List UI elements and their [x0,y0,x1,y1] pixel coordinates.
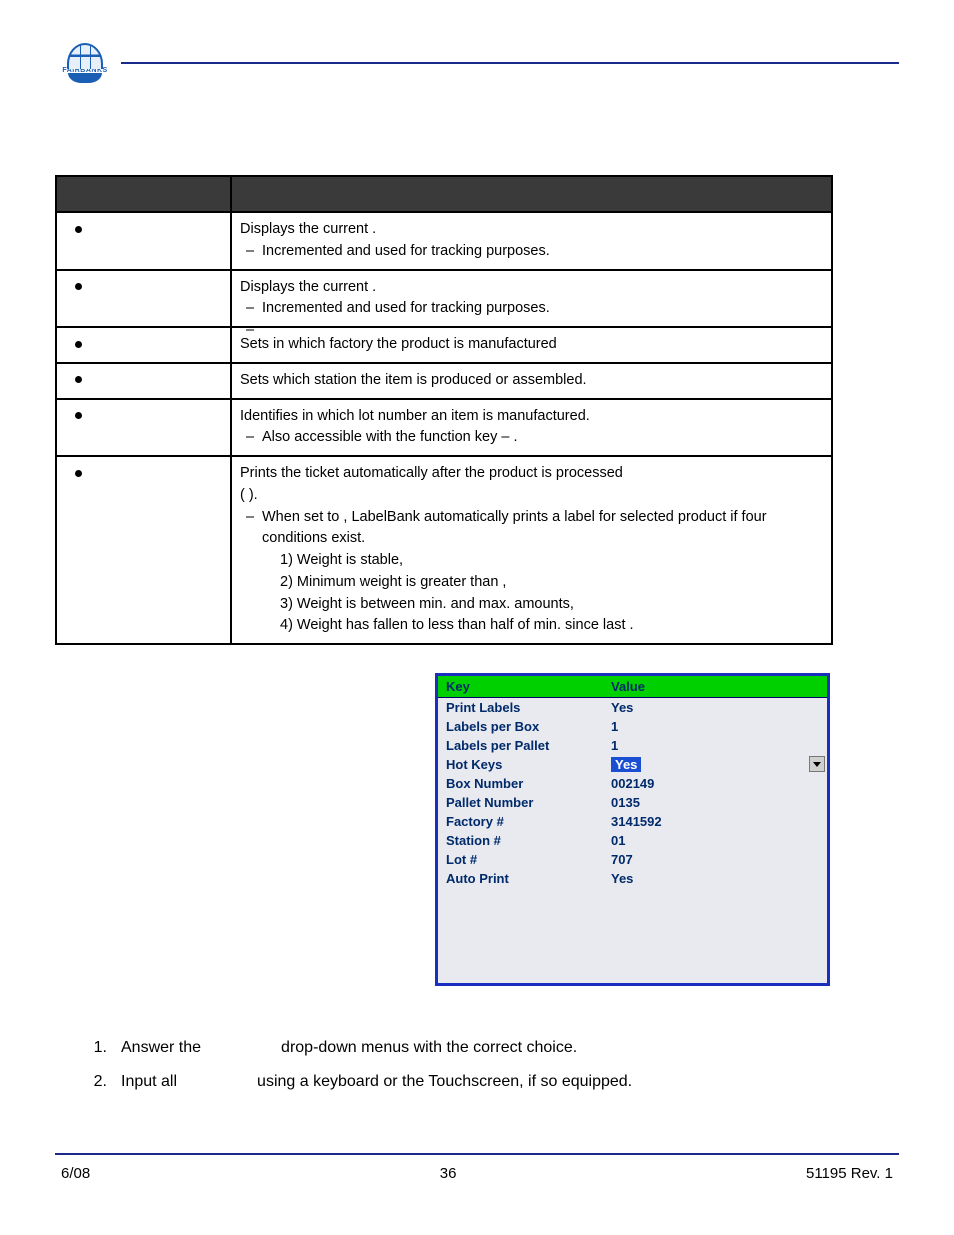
kv-row: Pallet Number0135 [438,793,827,812]
def-row-key [56,212,231,270]
instr-number: 2. [85,1065,107,1099]
def-row-desc: Identifies in which lot number an item i… [231,399,832,457]
bullet-icon [75,226,82,233]
def-row-key [56,363,231,399]
bullet-icon [75,412,82,419]
instr-text: Answer the drop-down menus with the corr… [121,1031,577,1065]
def-header-key [56,176,231,212]
instr-number: 1. [85,1031,107,1065]
footer-docrev: 51195 Rev. 1 [806,1165,893,1182]
definition-table: Displays the current .Incremented and us… [55,175,833,645]
kv-row: Factory #3141592 [438,812,827,831]
kv-value: Yes [603,698,827,717]
bullet-icon [75,341,82,348]
def-row-desc: Sets which station the item is produced … [231,363,832,399]
kv-header-value: Value [603,676,827,697]
bullet-icon [75,470,82,477]
kv-key-label: Auto Print [438,869,603,888]
kv-row: Hot KeysYes [438,755,827,774]
dropdown-arrow-icon[interactable] [809,756,825,772]
def-desc-line: Incremented and used for tracking purpos… [240,241,823,263]
def-desc-line: Also accessible with the function key – … [240,427,823,449]
def-desc-line: ( ). [240,485,823,507]
kv-value: 002149 [603,774,827,793]
kv-key-label: Labels per Box [438,717,603,736]
def-row-key [56,270,231,328]
def-desc-line: Identifies in which lot number an item i… [240,406,823,428]
kv-row: Auto PrintYes [438,869,827,888]
kv-row: Station #01 [438,831,827,850]
kv-row: Lot #707 [438,850,827,869]
kv-value: 0135 [603,793,827,812]
instr-text: Input all using a keyboard or the Touchs… [121,1065,632,1099]
def-row-key [56,456,231,644]
kv-key-label: Labels per Pallet [438,736,603,755]
def-row-desc: Displays the current .Incremented and us… [231,270,832,328]
instruction-item: 1. Answer the drop-down menus with the co… [85,1031,899,1065]
kv-value: 3141592 [603,812,827,831]
def-desc-line: 2) Minimum weight is greater than , [240,572,823,594]
def-desc-line: Prints the ticket automatically after th… [240,463,823,485]
kv-header-key: Key [438,676,603,697]
footer-date: 6/08 [61,1165,90,1182]
def-desc-line: Displays the current . [240,277,823,299]
def-row-desc: Sets in which factory the product is man… [231,327,832,363]
kv-key-label: Lot # [438,850,603,869]
kv-value[interactable]: Yes [603,755,827,774]
def-desc-line: 3) Weight is between min. and max. amoun… [240,594,823,616]
kv-value: 01 [603,831,827,850]
def-desc-line: Sets which station the item is produced … [240,370,823,392]
def-row-desc: Displays the current .Incremented and us… [231,212,832,270]
def-desc-line: 1) Weight is stable, [240,550,823,572]
footer-rule [55,1153,899,1155]
bullet-icon [75,376,82,383]
kv-key-label: Pallet Number [438,793,603,812]
kv-row: Labels per Box1 [438,717,827,736]
instructions-list: 1. Answer the drop-down menus with the co… [85,1031,899,1098]
kv-value: Yes [603,869,827,888]
key-value-panel: Key Value Print LabelsYesLabels per Box1… [435,673,830,986]
bullet-icon [75,283,82,290]
def-header-desc [231,176,832,212]
def-desc-line: When set to , LabelBank automatically pr… [240,507,823,551]
def-row-desc: Prints the ticket automatically after th… [231,456,832,644]
def-desc-line: Sets in which factory the product is man… [240,334,823,356]
def-desc-line: 4) Weight has fallen to less than half o… [240,615,823,637]
kv-row: Box Number002149 [438,774,827,793]
kv-key-label: Hot Keys [438,755,603,774]
kv-key-label: Factory # [438,812,603,831]
kv-row: Print LabelsYes [438,698,827,717]
header-rule [121,62,899,64]
kv-key-label: Box Number [438,774,603,793]
def-row-key [56,399,231,457]
kv-value: 1 [603,717,827,736]
fairbanks-logo: FAIRBANKS [55,40,115,85]
footer-page: 36 [440,1165,457,1182]
kv-value: 707 [603,850,827,869]
def-desc-line: Displays the current . [240,219,823,241]
instruction-item: 2. Input all using a keyboard or the Touc… [85,1065,899,1099]
kv-row: Labels per Pallet1 [438,736,827,755]
def-desc-line: Incremented and used for tracking purpos… [240,298,823,320]
kv-key-label: Print Labels [438,698,603,717]
kv-value: 1 [603,736,827,755]
kv-key-label: Station # [438,831,603,850]
def-row-key [56,327,231,363]
